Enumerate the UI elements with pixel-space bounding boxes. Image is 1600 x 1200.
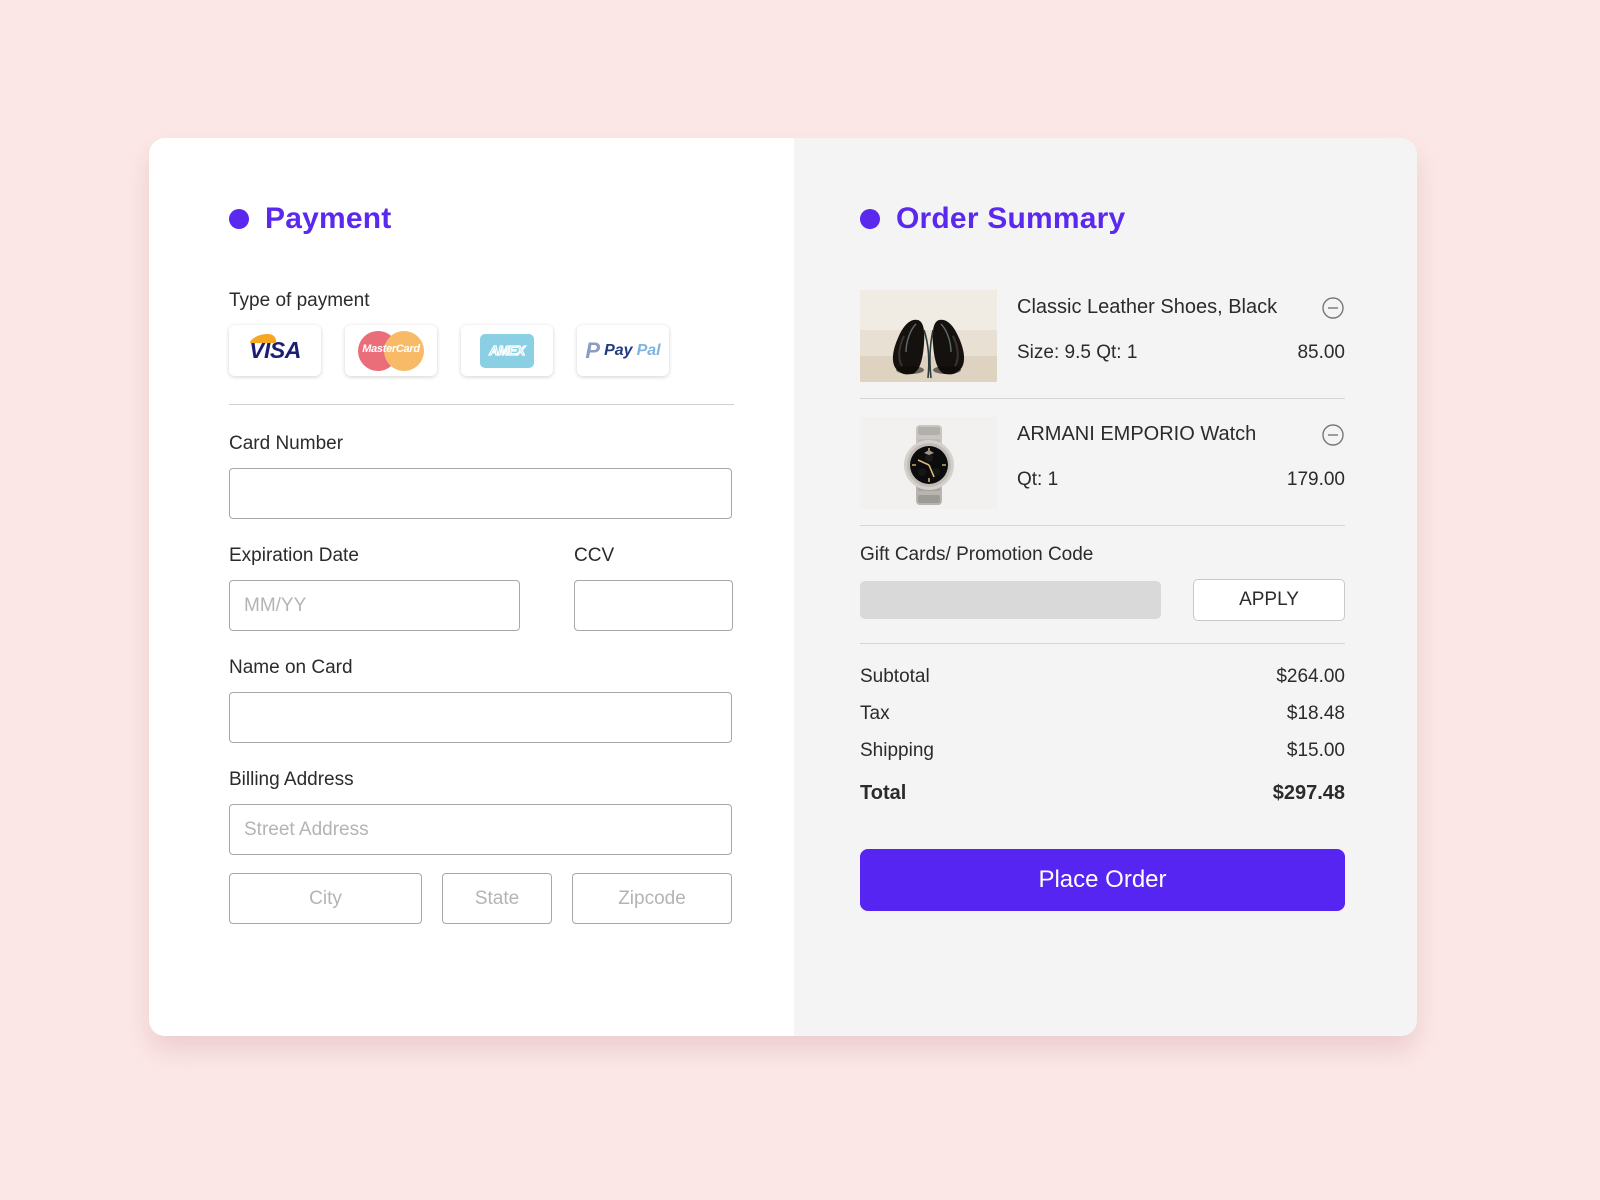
city-state-zip-row — [229, 873, 794, 924]
order-summary-panel: Order Summary Classic Leather Shoes, Bla… — [794, 138, 1417, 1036]
type-of-payment-label: Type of payment — [229, 290, 370, 311]
expiration-date-input[interactable] — [229, 580, 520, 631]
order-item-price: 179.00 — [1286, 469, 1345, 490]
paypal-logo-label-light: Pal — [636, 341, 661, 359]
subtotal-label: Subtotal — [860, 666, 930, 687]
shipping-value: $15.00 — [1286, 740, 1345, 761]
state-input[interactable] — [442, 873, 552, 924]
city-input[interactable] — [229, 873, 422, 924]
payment-method-mastercard[interactable]: MasterCard — [345, 325, 437, 376]
tax-label: Tax — [860, 703, 890, 724]
product-thumbnail-shoes — [860, 290, 997, 382]
payment-heading-label: Payment — [265, 202, 392, 235]
name-on-card-label: Name on Card — [229, 657, 353, 678]
ccv-label: CCV — [574, 545, 615, 566]
place-order-button[interactable]: Place Order — [860, 849, 1345, 911]
tax-row: Tax $18.48 — [860, 703, 1345, 725]
checkout-card: Payment Type of payment VISA MasterCard — [149, 138, 1417, 1036]
grand-total-row: Total $297.48 — [860, 782, 1345, 805]
paypal-logo-label-dark: Pay — [604, 341, 633, 359]
subtotal-value: $264.00 — [1276, 666, 1345, 687]
ccv-input[interactable] — [574, 580, 733, 631]
billing-address-label: Billing Address — [229, 769, 354, 790]
card-number-input[interactable] — [229, 468, 732, 519]
bullet-dot-icon — [229, 209, 249, 229]
visa-swoosh-icon — [249, 334, 279, 343]
amex-logo-label: AMEX — [489, 342, 526, 358]
payment-method-paypal[interactable]: P Pay Pal — [577, 325, 669, 376]
order-item-price: 85.00 — [1297, 342, 1345, 363]
shipping-row: Shipping $15.00 — [860, 740, 1345, 762]
product-thumbnail-watch — [860, 417, 997, 509]
order-item-details: ARMANI EMPORIO Watch Qt: 1 179.00 — [1017, 417, 1345, 509]
bullet-dot-icon — [860, 209, 880, 229]
subtotal-row: Subtotal $264.00 — [860, 666, 1345, 688]
grand-total-value: $297.48 — [1272, 782, 1345, 804]
card-number-label: Card Number — [229, 433, 344, 454]
payment-heading: Payment — [229, 202, 794, 236]
order-item-meta: Size: 9.5 Qt: 1 — [1017, 342, 1138, 363]
apply-promo-button[interactable]: APPLY — [1193, 579, 1345, 621]
mastercard-logo-icon: MasterCard — [358, 330, 424, 371]
street-address-input[interactable] — [229, 804, 732, 855]
payment-method-list: VISA MasterCard AMEX P Pay Pal — [229, 325, 794, 376]
zipcode-input[interactable] — [572, 873, 732, 924]
expiration-date-label: Expiration Date — [229, 545, 359, 566]
paypal-p-mark-icon: P — [585, 337, 601, 363]
order-item-meta: Qt: 1 — [1017, 469, 1059, 490]
order-item-details: Classic Leather Shoes, Black Size: 9.5 Q… — [1017, 290, 1345, 382]
remove-item-icon[interactable] — [1321, 296, 1345, 320]
order-item-name: Classic Leather Shoes, Black — [1017, 296, 1278, 318]
visa-logo-icon: VISA — [249, 334, 301, 362]
promo-code-row: APPLY — [860, 579, 1345, 621]
grand-total-label: Total — [860, 782, 907, 804]
order-summary-heading-label: Order Summary — [896, 202, 1126, 235]
payment-method-amex[interactable]: AMEX — [461, 325, 553, 376]
order-item-row: ARMANI EMPORIO Watch Qt: 1 179.00 — [860, 417, 1345, 526]
shipping-label: Shipping — [860, 740, 934, 761]
payment-divider — [229, 404, 734, 405]
order-summary-heading: Order Summary — [860, 202, 1345, 236]
payment-method-visa[interactable]: VISA — [229, 325, 321, 376]
summary-divider — [860, 643, 1345, 644]
order-item-name: ARMANI EMPORIO Watch — [1017, 423, 1257, 445]
name-on-card-input[interactable] — [229, 692, 732, 743]
order-item-row: Classic Leather Shoes, Black Size: 9.5 Q… — [860, 290, 1345, 399]
remove-item-icon[interactable] — [1321, 423, 1345, 447]
paypal-logo-icon: P Pay Pal — [585, 337, 661, 363]
amex-logo-icon: AMEX — [480, 333, 534, 368]
tax-value: $18.48 — [1286, 703, 1345, 724]
promo-code-label: Gift Cards/ Promotion Code — [860, 544, 1094, 565]
promo-code-input[interactable] — [860, 581, 1161, 619]
payment-panel: Payment Type of payment VISA MasterCard — [149, 138, 794, 1036]
mastercard-logo-label: MasterCard — [362, 342, 420, 355]
